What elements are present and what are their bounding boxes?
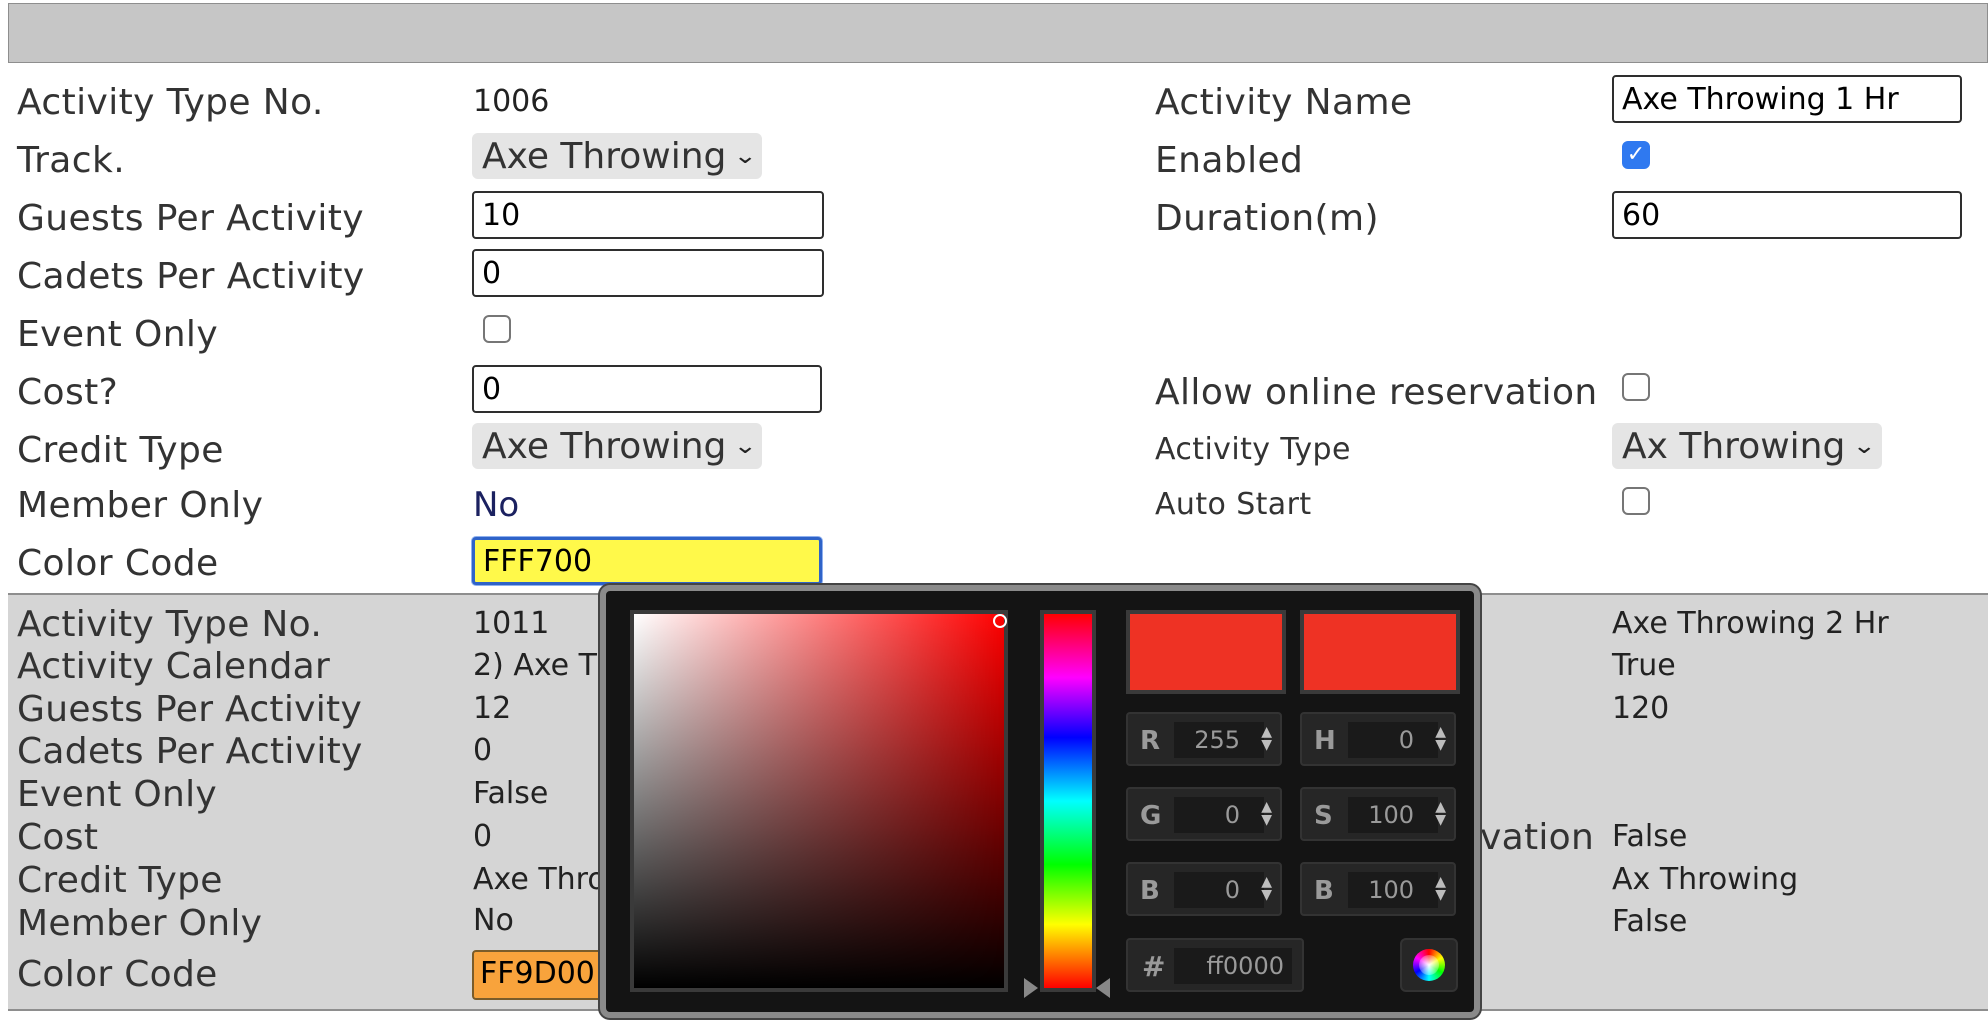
checkmark-icon: ✓ [1626, 142, 1646, 167]
activity-name-input[interactable] [1612, 75, 1962, 123]
stepper-icon[interactable]: ▲ ▼ [1261, 875, 1272, 902]
record-cost-value: 0 [473, 819, 493, 854]
record-cadets-value: 0 [473, 733, 493, 768]
hex-value[interactable]: ff0000 [1174, 948, 1292, 984]
stepper-icon[interactable]: ▲ ▼ [1261, 800, 1272, 827]
record-member-only-label: Member Only [17, 903, 263, 944]
track-label: Track. [17, 140, 126, 181]
new-color-swatch [1126, 610, 1286, 694]
color-picker-cursor[interactable] [993, 614, 1007, 628]
track-select[interactable]: Axe Throwing ⌄ [472, 133, 762, 179]
record-cost-label: Cost [17, 817, 99, 858]
saturation-value[interactable]: 100 [1348, 797, 1438, 833]
record-credit-type-value: Axe Thro [473, 862, 606, 897]
record-member-only-value: No [473, 903, 514, 938]
record-event-only-value: False [473, 776, 549, 811]
green-field[interactable]: G 0 ▲ ▼ [1126, 787, 1282, 841]
auto-start-label: Auto Start [1155, 487, 1312, 522]
guests-per-activity-label: Guests Per Activity [17, 198, 364, 239]
cadets-per-activity-input[interactable] [472, 249, 824, 297]
cost-input[interactable] [472, 365, 822, 413]
saturation-field[interactable]: S 100 ▲ ▼ [1300, 787, 1456, 841]
stepper-icon[interactable]: ▲ ▼ [1435, 875, 1446, 902]
credit-type-select[interactable]: Axe Throwing ⌄ [472, 423, 762, 469]
hex-field[interactable]: # ff0000 [1126, 938, 1304, 992]
event-only-checkbox[interactable] [483, 315, 511, 343]
record-guests-value: 12 [473, 691, 512, 726]
record-activity-type-no-label: Activity Type No. [17, 604, 323, 645]
duration-label: Duration(m) [1155, 198, 1379, 239]
hue-slider-handle-left[interactable] [1024, 978, 1038, 998]
chevron-down-icon: ⌄ [733, 143, 758, 169]
activity-type-select-value: Ax Throwing [1622, 425, 1846, 467]
record-activity-type-no-value: 1011 [473, 606, 550, 641]
stepper-icon[interactable]: ▲ ▼ [1435, 800, 1446, 827]
record-credit-type-label: Credit Type [17, 860, 223, 901]
activity-type-label: Activity Type [1155, 432, 1351, 467]
allow-online-reservation-label: Allow online reservation [1155, 372, 1598, 413]
color-wheel-button[interactable] [1400, 938, 1458, 992]
activity-type-no-label: Activity Type No. [17, 82, 324, 123]
record-duration-value: 120 [1612, 691, 1670, 726]
record-color-code-label: Color Code [17, 954, 218, 995]
chevron-down-icon: ⌄ [733, 433, 758, 459]
green-value[interactable]: 0 [1174, 797, 1264, 833]
record-auto-start-value: False [1612, 904, 1688, 939]
color-code-label: Color Code [17, 543, 219, 584]
hue-slider[interactable] [1040, 610, 1096, 992]
hue-field[interactable]: H 0 ▲ ▼ [1300, 712, 1456, 766]
record-event-only-label: Event Only [17, 774, 218, 815]
hue-value[interactable]: 0 [1348, 722, 1438, 758]
hue-slider-handle-right[interactable] [1096, 978, 1110, 998]
stepper-icon[interactable]: ▲ ▼ [1435, 725, 1446, 752]
member-only-label: Member Only [17, 485, 264, 526]
activity-type-no-value: 1006 [473, 84, 550, 119]
duration-input[interactable] [1612, 191, 1962, 239]
credit-type-label: Credit Type [17, 430, 224, 471]
red-label: R [1140, 726, 1161, 756]
cadets-per-activity-label: Cadets Per Activity [17, 256, 365, 297]
blue-label: B [1140, 876, 1160, 906]
record-activity-name-value: Axe Throwing 2 Hr [1612, 606, 1889, 641]
track-select-value: Axe Throwing [482, 135, 727, 177]
current-color-swatch[interactable] [1300, 610, 1460, 694]
color-code-input[interactable] [472, 537, 822, 585]
color-wheel-icon [1413, 949, 1445, 981]
header-bar [8, 3, 1988, 63]
saturation-label: S [1314, 801, 1333, 831]
allow-online-reservation-checkbox[interactable] [1622, 373, 1650, 401]
brightness-label: B [1314, 876, 1334, 906]
record-activity-calendar-value: 2) Axe T [473, 648, 597, 683]
record-enabled-value: True [1612, 648, 1676, 683]
saturation-value-area[interactable] [630, 610, 1008, 992]
hue-label: H [1314, 726, 1336, 756]
red-field[interactable]: R 255 ▲ ▼ [1126, 712, 1282, 766]
member-only-value: No [473, 485, 520, 525]
green-label: G [1140, 801, 1162, 831]
activity-name-label: Activity Name [1155, 82, 1413, 123]
record-cadets-label: Cadets Per Activity [17, 731, 363, 772]
record-allow-online-value: False [1612, 819, 1688, 854]
activity-type-select[interactable]: Ax Throwing ⌄ [1612, 423, 1882, 469]
record-activity-type-value: Ax Throwing [1612, 862, 1799, 897]
hex-label: # [1142, 950, 1166, 983]
record-guests-label: Guests Per Activity [17, 689, 363, 730]
enabled-checkbox[interactable]: ✓ [1622, 141, 1650, 169]
cost-label: Cost? [17, 372, 119, 413]
blue-field[interactable]: B 0 ▲ ▼ [1126, 862, 1282, 916]
event-only-label: Event Only [17, 314, 219, 355]
record-activity-calendar-label: Activity Calendar [17, 646, 331, 687]
enabled-label: Enabled [1155, 140, 1304, 181]
chevron-down-icon: ⌄ [1852, 433, 1877, 459]
stepper-icon[interactable]: ▲ ▼ [1261, 725, 1272, 752]
record-allow-online-label: vation [1480, 817, 1595, 858]
guests-per-activity-input[interactable] [472, 191, 824, 239]
blue-value[interactable]: 0 [1174, 872, 1264, 908]
credit-type-select-value: Axe Throwing [482, 425, 727, 467]
brightness-value[interactable]: 100 [1348, 872, 1438, 908]
red-value[interactable]: 255 [1174, 722, 1264, 758]
auto-start-checkbox[interactable] [1622, 487, 1650, 515]
brightness-field[interactable]: B 100 ▲ ▼ [1300, 862, 1456, 916]
